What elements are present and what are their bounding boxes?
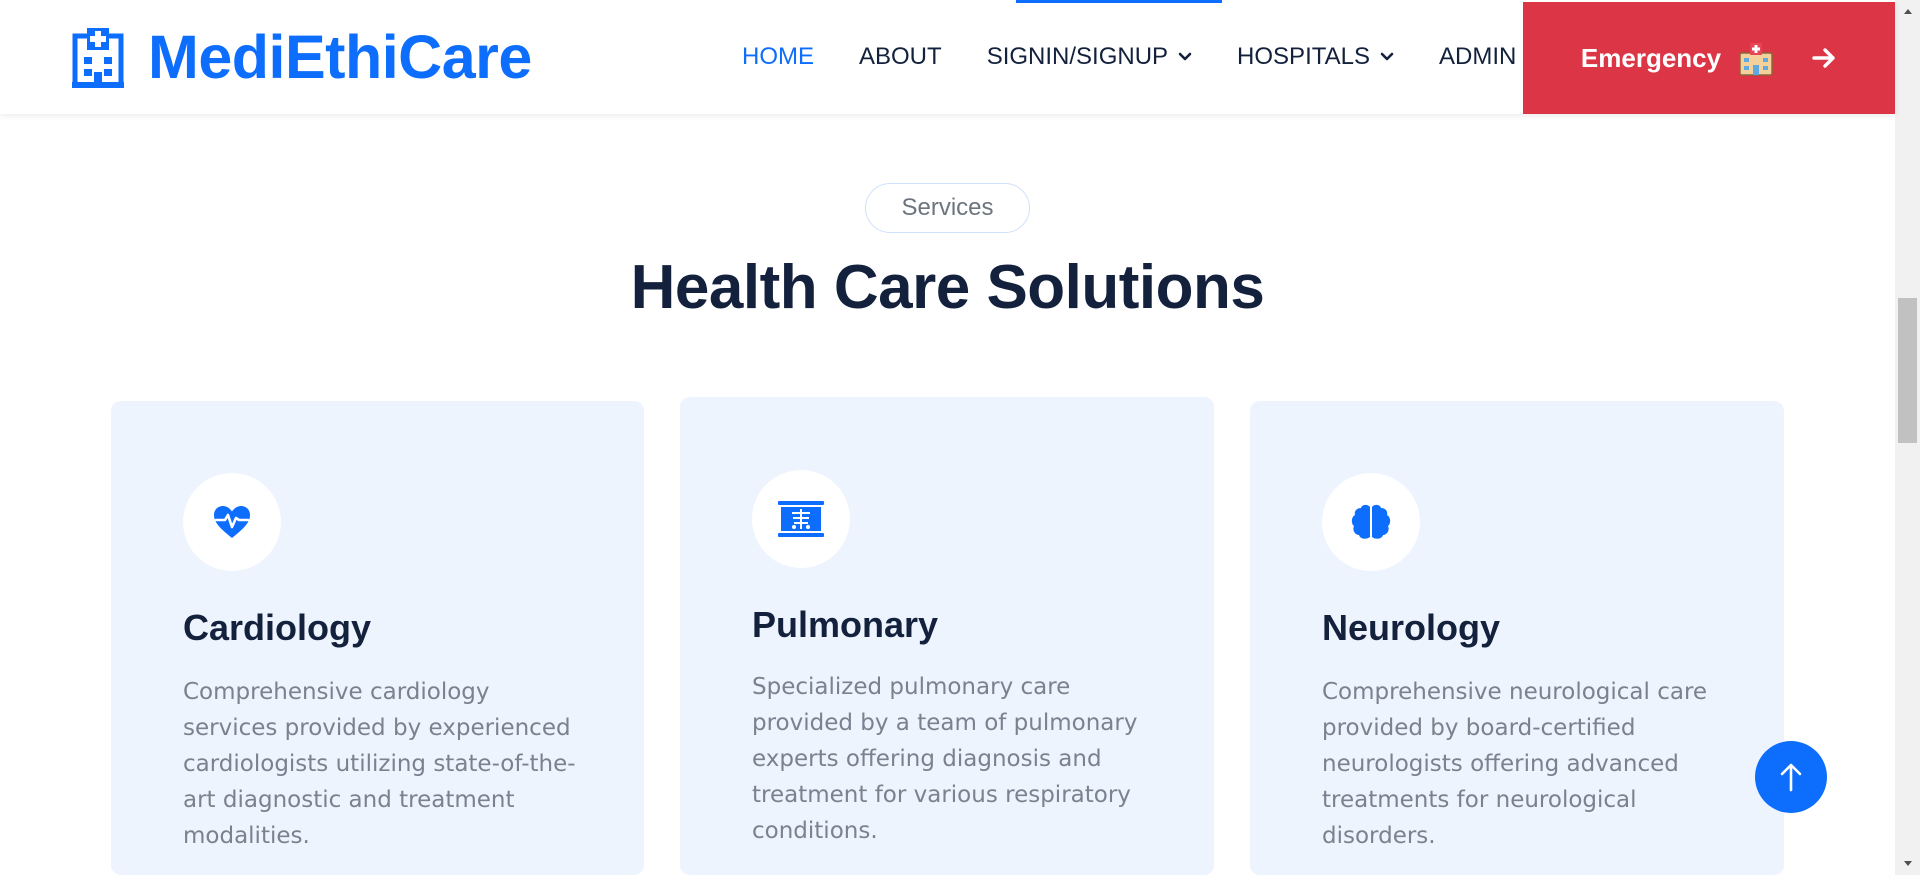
nav-item-label: ABOUT	[859, 43, 942, 70]
emergency-button[interactable]: Emergency	[1523, 2, 1895, 114]
main-nav: HOME ABOUT SIGNIN/SIGNUP HOSPITALS ADMIN	[742, 0, 1561, 114]
section-badge: Services	[865, 183, 1030, 233]
nav-item-signin-signup[interactable]: SIGNIN/SIGNUP	[987, 43, 1192, 71]
scroll-down-arrow[interactable]	[1895, 853, 1920, 875]
nav-item-admin[interactable]: ADMIN	[1439, 43, 1516, 71]
brand-name: MediEthiCare	[148, 23, 532, 91]
service-icon-circle	[183, 473, 281, 571]
scrollbar-thumb[interactable]	[1898, 298, 1917, 443]
triangle-up-icon	[1903, 9, 1912, 14]
service-card-cardiology[interactable]: Cardiology Comprehensive cardiology serv…	[111, 401, 644, 875]
navbar: MediEthiCare HOME ABOUT SIGNIN/SIGNUP HO…	[0, 0, 1895, 114]
service-card-neurology[interactable]: Neurology Comprehensive neurological car…	[1250, 401, 1784, 875]
hospital-emoji-icon	[1739, 43, 1773, 76]
service-description: Specialized pulmonary care provided by a…	[752, 674, 1138, 844]
brain-icon	[1351, 504, 1391, 539]
nav-item-label: ADMIN	[1438, 43, 1517, 70]
scroll-to-top-button[interactable]	[1755, 741, 1827, 813]
chevron-down-icon	[1178, 52, 1192, 61]
service-title: Neurology	[1322, 607, 1501, 648]
page-scrollbar[interactable]	[1895, 0, 1920, 875]
nav-item-about[interactable]: ABOUT	[859, 43, 942, 71]
hospital-icon	[72, 28, 124, 88]
service-icon-circle	[752, 470, 850, 568]
nav-item-label: HOSPITALS	[1237, 43, 1370, 70]
triangle-down-icon	[1903, 861, 1912, 866]
service-description: Comprehensive cardiology services provid…	[183, 679, 576, 849]
section-title: Health Care Solutions	[630, 253, 1265, 322]
arrow-right-icon	[1812, 48, 1835, 68]
heart-pulse-icon	[214, 506, 250, 538]
x-ray-icon	[778, 501, 824, 537]
partial-element-strip	[1016, 0, 1222, 3]
emergency-label: Emergency	[1580, 42, 1722, 73]
service-card-pulmonary[interactable]: Pulmonary Specialized pulmonary care pro…	[680, 397, 1214, 875]
nav-item-home[interactable]: HOME	[742, 43, 814, 71]
brand-logo[interactable]: MediEthiCare	[72, 23, 532, 91]
service-title: Pulmonary	[752, 604, 939, 645]
arrow-up-icon	[1780, 763, 1802, 792]
service-title: Cardiology	[183, 607, 372, 648]
service-icon-circle	[1322, 473, 1420, 571]
nav-item-label: HOME	[742, 43, 814, 70]
chevron-down-icon	[1380, 52, 1394, 61]
scroll-up-arrow[interactable]	[1895, 0, 1920, 22]
service-description: Comprehensive neurological care provided…	[1322, 679, 1708, 849]
nav-item-label: SIGNIN/SIGNUP	[986, 43, 1169, 70]
nav-item-hospitals[interactable]: HOSPITALS	[1237, 43, 1394, 71]
